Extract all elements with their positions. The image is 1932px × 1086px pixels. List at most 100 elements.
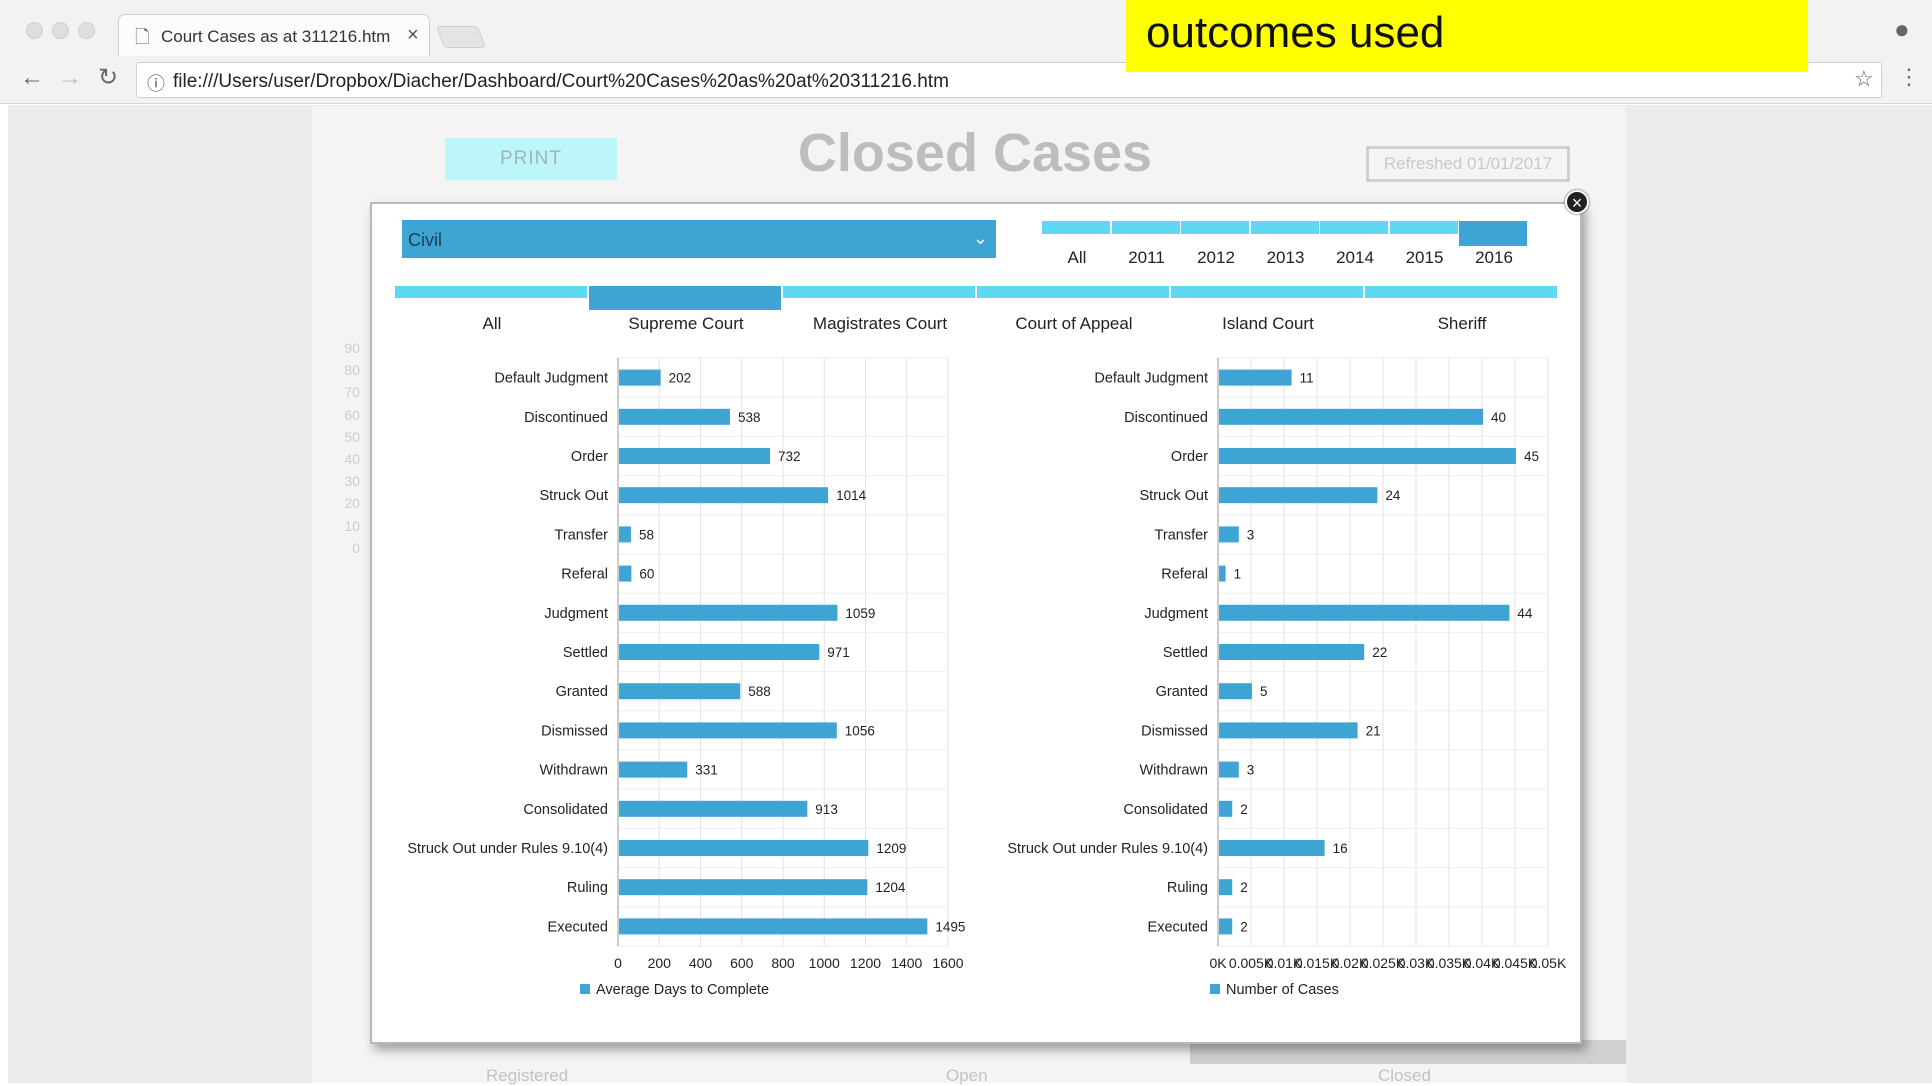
- court-segment-supreme-court[interactable]: [589, 286, 781, 310]
- category-label: Executed: [548, 919, 608, 935]
- category-label: Executed: [1148, 919, 1208, 935]
- year-label-2011[interactable]: 2011: [1112, 248, 1182, 268]
- court-segment-magistrates-court[interactable]: [783, 286, 975, 298]
- data-label: 1495: [935, 919, 965, 934]
- bar: [1219, 408, 1483, 425]
- tab-close-icon[interactable]: ×: [407, 24, 419, 47]
- category-label: Granted: [556, 684, 608, 700]
- data-label: 1014: [836, 488, 867, 503]
- bar: [619, 761, 688, 778]
- year-label-2012[interactable]: 2012: [1181, 248, 1251, 268]
- banner-text: outcomes used: [1146, 8, 1445, 57]
- court-segment-sheriff[interactable]: [1365, 286, 1557, 298]
- bookmark-star-icon[interactable]: ☆: [1854, 66, 1874, 92]
- year-label-2014[interactable]: 2014: [1320, 248, 1390, 268]
- category-label: Judgment: [544, 606, 608, 622]
- data-label: 40: [1491, 410, 1506, 425]
- data-label: 732: [778, 449, 801, 464]
- url-text: file:///Users/user/Dropbox/Diacher/Dashb…: [173, 71, 949, 92]
- bar: [619, 840, 869, 856]
- court-segment-island-court[interactable]: [1171, 286, 1363, 298]
- data-label: 3: [1247, 763, 1255, 778]
- category-label: Transfer: [1155, 527, 1209, 543]
- background-tick-label: 40: [344, 451, 360, 467]
- back-arrow-icon[interactable]: ←: [20, 64, 44, 92]
- chevron-down-icon: ⌄: [972, 228, 988, 248]
- category-label: Struck Out under Rules 9.10(4): [407, 841, 608, 857]
- bar: [619, 604, 838, 621]
- year-label-2016[interactable]: 2016: [1459, 248, 1529, 268]
- avg-days-chart: 0 200 400 600 800 1000 1200 1400 1600 Default Jud…: [407, 357, 965, 998]
- new-tab-button[interactable]: [435, 26, 487, 48]
- court-label-all[interactable]: All: [395, 314, 589, 334]
- data-label: 2: [1240, 919, 1248, 934]
- legend-label: Average Days to Complete: [596, 982, 769, 998]
- year-segment-2016[interactable]: [1459, 221, 1527, 246]
- year-segment-2015[interactable]: [1389, 221, 1458, 234]
- court-segment-all[interactable]: [395, 286, 587, 298]
- category-label: Ruling: [1167, 880, 1208, 896]
- bar: [1219, 683, 1252, 700]
- tab-open[interactable]: Open: [946, 1066, 988, 1086]
- category-label: Order: [1171, 449, 1208, 465]
- tab-closed[interactable]: Closed: [1378, 1066, 1431, 1086]
- court-label-sheriff[interactable]: Sheriff: [1365, 314, 1559, 334]
- court-segment-court-of-appeal[interactable]: [977, 286, 1169, 298]
- bar: [1219, 761, 1239, 778]
- forward-arrow-icon[interactable]: →: [58, 64, 82, 92]
- tab-registered[interactable]: Registered: [486, 1066, 568, 1086]
- reload-icon[interactable]: ↻: [98, 63, 118, 92]
- browser-tab[interactable]: 🗋 Court Cases as at 311216.htm ×: [118, 14, 430, 56]
- background-tick-label: 0: [352, 539, 360, 556]
- category-label: Consolidated: [523, 802, 608, 818]
- year-label-2015[interactable]: 2015: [1390, 248, 1460, 268]
- background-tick-label: 90: [344, 340, 360, 356]
- year-segment-2013[interactable]: [1250, 221, 1319, 234]
- data-label: 11: [1300, 371, 1314, 386]
- category-label: Dismissed: [541, 723, 608, 739]
- court-label-supreme-court[interactable]: Supreme Court: [589, 314, 783, 334]
- year-segment-2012[interactable]: [1181, 221, 1249, 234]
- bar: [619, 526, 631, 543]
- modal-close-icon[interactable]: ×: [1565, 190, 1589, 214]
- category-label: Transfer: [555, 527, 609, 543]
- window-zoom-dot[interactable]: [78, 22, 95, 39]
- year-segment-2011[interactable]: [1111, 221, 1180, 234]
- category-label: Default Judgment: [494, 371, 608, 387]
- data-label: 202: [669, 371, 692, 386]
- category-label: Settled: [1163, 645, 1208, 661]
- window-close-dot[interactable]: [26, 22, 43, 39]
- category-label: Settled: [563, 645, 608, 661]
- bar: [619, 487, 829, 504]
- bar: [1219, 840, 1325, 856]
- year-segment-2014[interactable]: [1320, 221, 1388, 234]
- year-label-all[interactable]: All: [1042, 248, 1112, 268]
- year-segment-all[interactable]: [1042, 221, 1110, 234]
- bar: [619, 800, 808, 817]
- data-label: 24: [1385, 488, 1401, 503]
- case-type-select[interactable]: Civil ⌄: [402, 220, 996, 258]
- background-tick-label: 30: [344, 473, 360, 490]
- print-button[interactable]: PRINT: [445, 138, 617, 180]
- category-label: Struck Out: [1140, 488, 1209, 504]
- background-tick-label: 10: [344, 517, 360, 534]
- tab-title: Court Cases as at 311216.htm: [161, 27, 391, 46]
- bar: [619, 918, 928, 935]
- x-tick-label: 0.05K: [1530, 955, 1567, 971]
- court-label-island-court[interactable]: Island Court: [1171, 314, 1365, 334]
- data-label: 1209: [876, 841, 906, 856]
- background-tick-label: 20: [344, 495, 360, 512]
- window-minimize-dot[interactable]: [52, 22, 69, 39]
- data-label: 538: [738, 410, 761, 425]
- menu-icon[interactable]: ⋮: [1898, 64, 1920, 90]
- profile-icon[interactable]: ●: [1894, 14, 1910, 45]
- category-label: Struck Out under Rules 9.10(4): [1007, 841, 1208, 857]
- category-label: Order: [571, 449, 608, 465]
- year-label-2013[interactable]: 2013: [1251, 248, 1321, 268]
- court-label-magistrates-court[interactable]: Magistrates Court: [783, 314, 977, 334]
- category-label: Dismissed: [1141, 723, 1208, 739]
- category-label: Discontinued: [1124, 410, 1208, 426]
- court-label-court-of-appeal[interactable]: Court of Appeal: [977, 314, 1171, 334]
- bar: [1219, 526, 1239, 543]
- info-icon[interactable]: ⓘ: [147, 70, 165, 96]
